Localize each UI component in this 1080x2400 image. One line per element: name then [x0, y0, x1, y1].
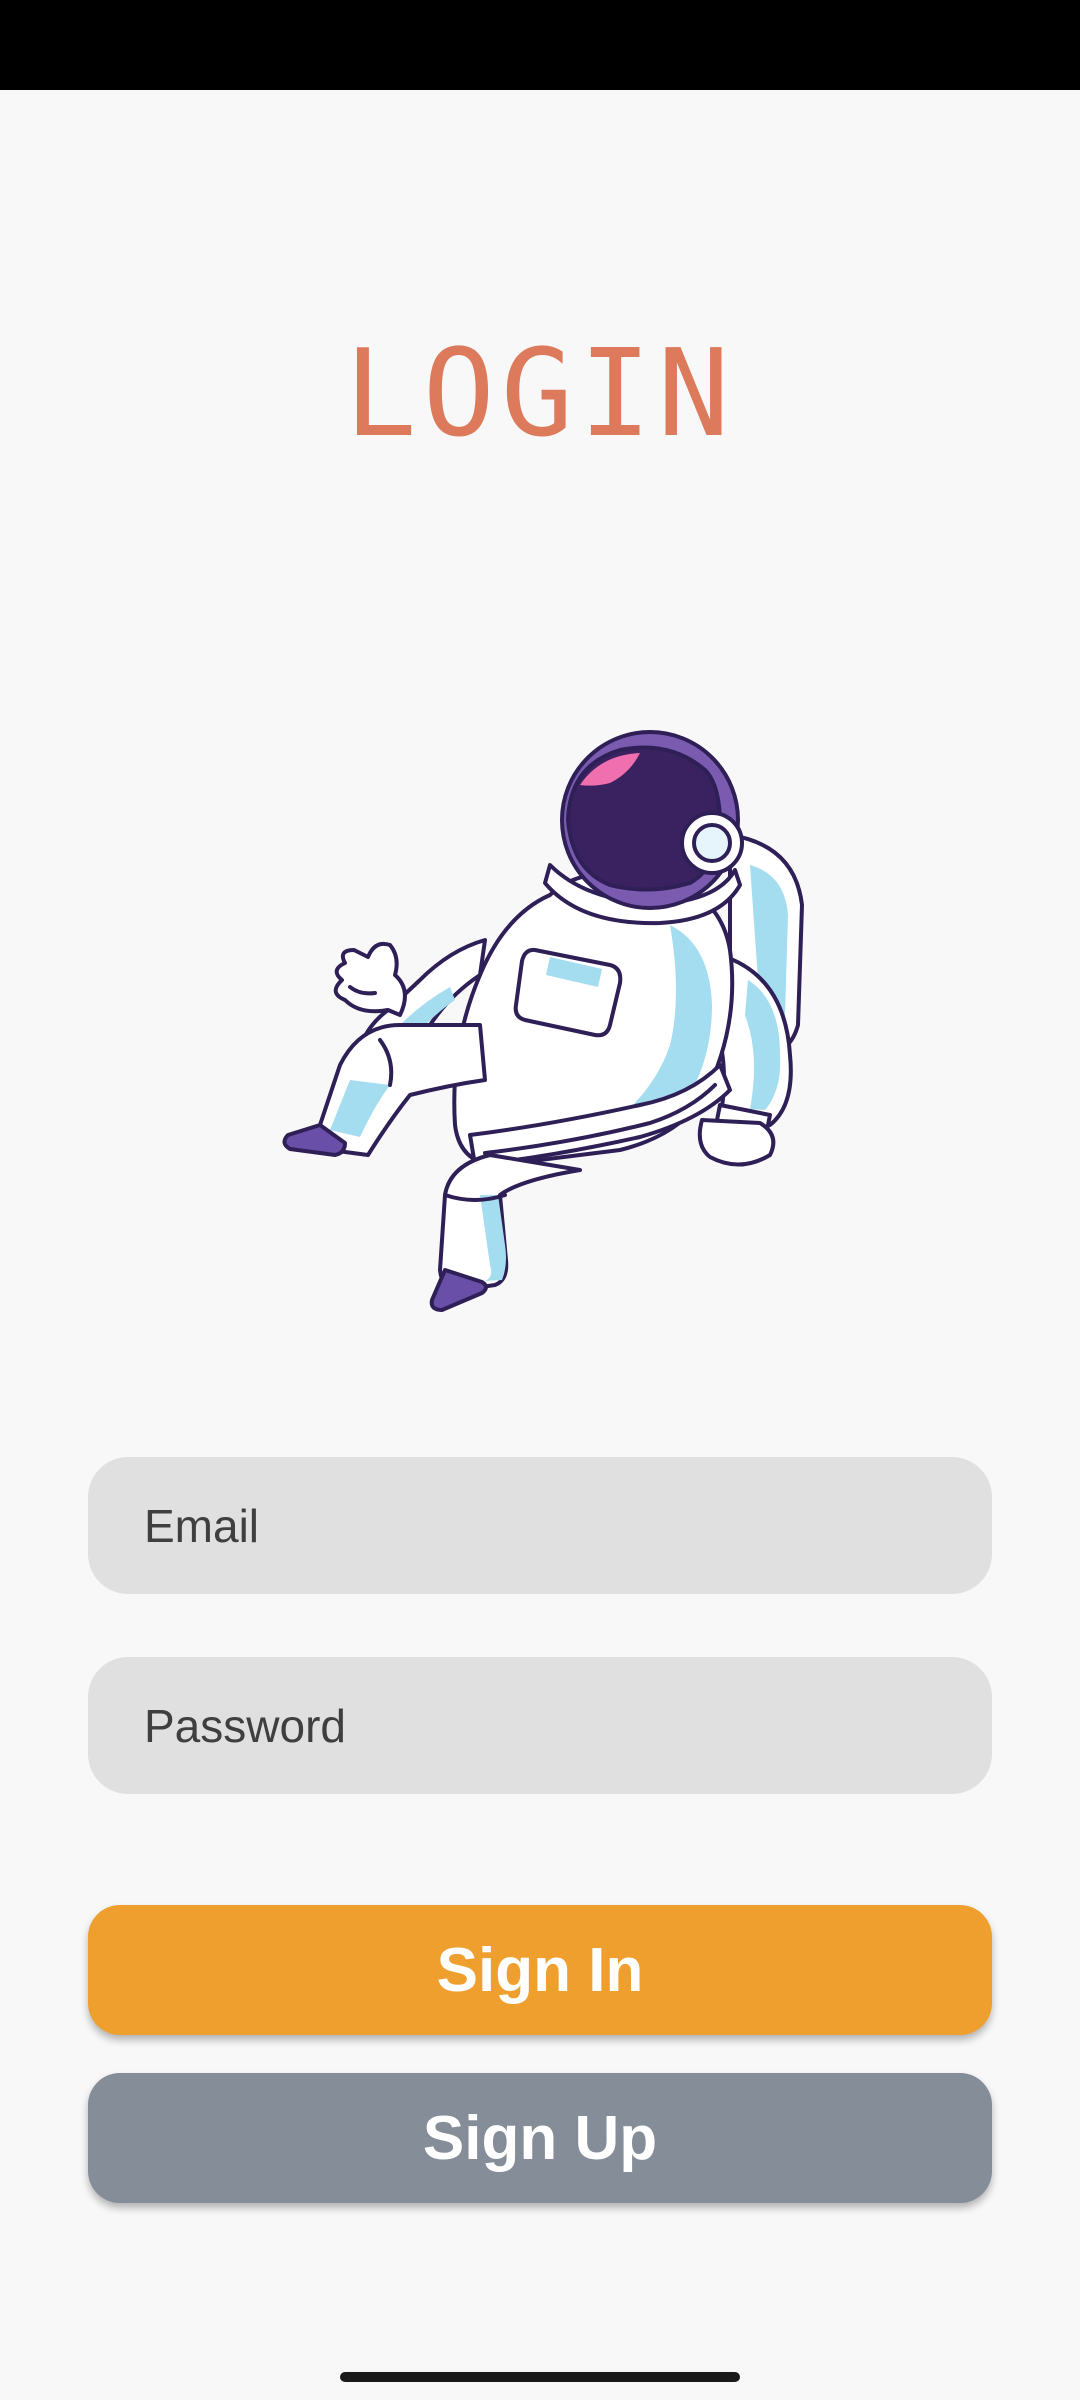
status-bar — [0, 0, 1080, 90]
email-placeholder: Email — [144, 1499, 260, 1552]
email-field[interactable]: Email — [88, 1457, 992, 1594]
page-title: LOGIN — [344, 325, 736, 464]
sign-up-label: Sign Up — [422, 2103, 658, 2173]
sign-up-button[interactable]: Sign Up — [88, 2073, 992, 2203]
password-field[interactable]: Password — [88, 1657, 992, 1794]
sign-in-label: Sign In — [436, 1935, 644, 2005]
astronaut-illustration — [282, 730, 804, 1312]
password-placeholder: Password — [144, 1699, 346, 1752]
sign-in-button[interactable]: Sign In — [88, 1905, 992, 2035]
gesture-navigation-bar[interactable] — [340, 2372, 740, 2382]
